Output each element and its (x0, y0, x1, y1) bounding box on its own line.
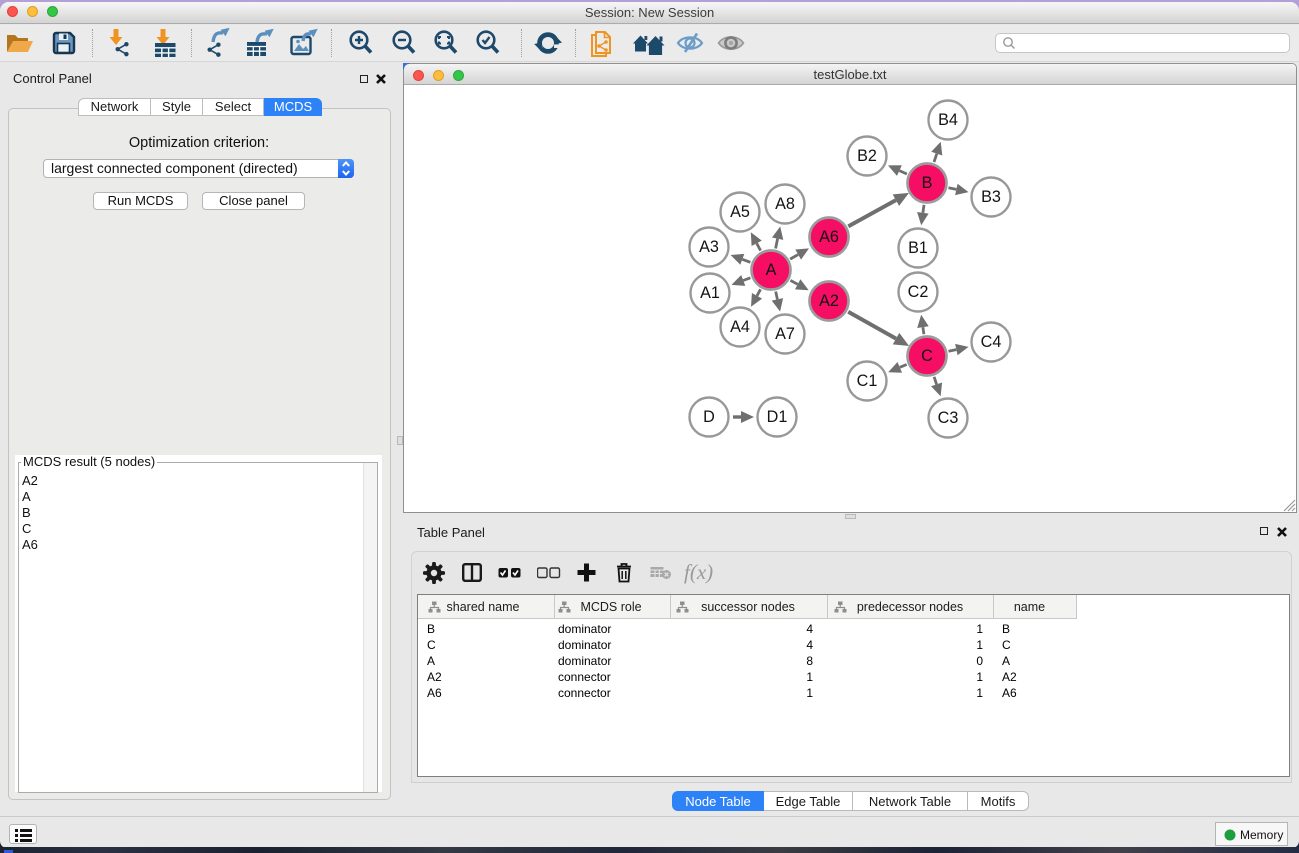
svg-text:B3: B3 (981, 188, 1001, 206)
svg-text:C: C (921, 347, 933, 365)
svg-text:B1: B1 (908, 239, 928, 257)
svg-text:C2: C2 (908, 283, 929, 301)
svg-text:A8: A8 (775, 195, 795, 213)
svg-text:A4: A4 (730, 318, 750, 336)
svg-text:A3: A3 (699, 238, 719, 256)
svg-text:A6: A6 (819, 228, 839, 246)
svg-text:C3: C3 (938, 409, 959, 427)
svg-text:A5: A5 (730, 203, 750, 221)
svg-text:B4: B4 (938, 111, 958, 129)
svg-text:B: B (922, 174, 933, 192)
svg-text:A7: A7 (775, 325, 795, 343)
svg-text:A: A (766, 261, 777, 279)
svg-text:A2: A2 (819, 292, 839, 310)
svg-text:A1: A1 (700, 284, 720, 302)
svg-text:B2: B2 (857, 147, 877, 165)
svg-text:C4: C4 (981, 333, 1002, 351)
svg-text:D1: D1 (767, 408, 788, 426)
svg-text:D: D (703, 408, 715, 426)
svg-text:C1: C1 (857, 372, 878, 390)
